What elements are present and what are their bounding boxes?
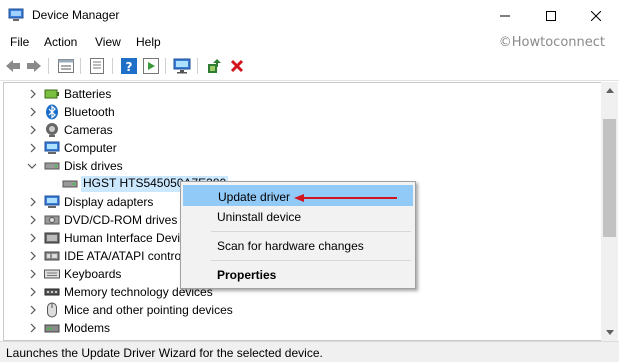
tree-item-label: Cameras xyxy=(64,123,113,137)
menu-bar: File Action View Help ©Howtoconnect xyxy=(0,31,619,52)
properties-menu-item[interactable]: Properties xyxy=(183,264,413,285)
tree-item-modems[interactable]: Modems xyxy=(4,319,601,337)
back-icon[interactable] xyxy=(4,57,22,75)
expand-chevron-icon[interactable] xyxy=(28,124,38,136)
update-driver-icon[interactable] xyxy=(205,57,223,75)
display-adapter-icon xyxy=(44,194,60,210)
expand-chevron-icon[interactable] xyxy=(28,142,38,154)
battery-icon xyxy=(44,86,60,102)
forward-icon[interactable] xyxy=(25,57,43,75)
disk-drive-icon xyxy=(44,158,60,174)
menu-view[interactable]: View xyxy=(95,35,121,49)
update-driver-menu-item[interactable]: Update driver xyxy=(183,185,413,206)
mouse-icon xyxy=(44,302,60,318)
tree-item-computer[interactable]: Computer xyxy=(4,139,601,157)
memory-device-icon xyxy=(44,284,60,300)
expand-chevron-icon[interactable] xyxy=(28,322,38,334)
title-bar: Device Manager xyxy=(0,0,619,31)
tree-item-label: Mice and other pointing devices xyxy=(64,303,233,317)
update-driver-label: Update driver xyxy=(218,190,291,204)
keyboard-icon xyxy=(44,266,60,282)
expand-chevron-icon[interactable] xyxy=(28,88,38,100)
expand-chevron-icon[interactable] xyxy=(28,304,38,316)
hid-icon xyxy=(44,230,60,246)
tree-item-label: DVD/CD-ROM drives xyxy=(64,213,178,227)
watermark: ©Howtoconnect xyxy=(498,35,605,50)
tree-item-label: Modems xyxy=(64,321,111,335)
menu-file[interactable]: File xyxy=(10,35,29,49)
tree-item-label: Batteries xyxy=(64,87,112,101)
modem-icon xyxy=(44,320,60,336)
red-arrow-icon xyxy=(294,194,397,202)
scroll-up-icon[interactable] xyxy=(601,82,618,99)
uninstall-icon[interactable] xyxy=(228,57,246,75)
expand-chevron-icon[interactable] xyxy=(28,106,38,118)
properties-view-icon[interactable] xyxy=(57,57,75,75)
toolbar-separator xyxy=(165,58,166,74)
menu-separator xyxy=(211,231,411,232)
properties-label: Properties xyxy=(217,268,277,282)
tree-item-label: Human Interface Devices xyxy=(64,231,199,245)
camera-icon xyxy=(44,122,60,138)
ide-controller-icon xyxy=(44,248,60,264)
toolbar-separator xyxy=(197,58,198,74)
uninstall-device-menu-item[interactable]: Uninstall device xyxy=(183,206,413,227)
dvd-drive-icon xyxy=(44,212,60,228)
expand-chevron-icon[interactable] xyxy=(28,232,38,244)
close-button[interactable] xyxy=(573,0,619,31)
scroll-down-icon[interactable] xyxy=(601,324,618,341)
tree-item-label: Disk drives xyxy=(64,159,123,173)
tree-item-bluetooth[interactable]: Bluetooth xyxy=(4,103,601,121)
window-title: Device Manager xyxy=(32,8,120,22)
toolbar-separator xyxy=(48,58,49,74)
svg-text:?: ? xyxy=(126,60,133,74)
tree-item-batteries[interactable]: Batteries xyxy=(4,85,601,103)
menu-separator xyxy=(211,260,411,261)
bluetooth-icon xyxy=(44,104,60,120)
uninstall-device-label: Uninstall device xyxy=(217,210,302,224)
scan-hardware-label: Scan for hardware changes xyxy=(217,239,364,253)
help-icon[interactable]: ? xyxy=(120,57,138,75)
monitor-icon[interactable] xyxy=(173,57,191,75)
toolbar-separator xyxy=(80,58,81,74)
expand-chevron-icon[interactable] xyxy=(28,250,38,262)
computer-icon xyxy=(44,140,60,156)
disk-drive-icon xyxy=(62,176,78,192)
status-bar: Launches the Update Driver Wizard for th… xyxy=(0,341,619,362)
toolbar-separator xyxy=(112,58,113,74)
status-text: Launches the Update Driver Wizard for th… xyxy=(6,346,323,360)
expand-chevron-icon[interactable] xyxy=(28,196,38,208)
tree-item-label: Display adapters xyxy=(64,195,154,209)
expand-chevron-icon[interactable] xyxy=(28,214,38,226)
menu-help[interactable]: Help xyxy=(136,35,161,49)
tree-item-mice[interactable]: Mice and other pointing devices xyxy=(4,301,601,319)
expand-chevron-icon[interactable] xyxy=(28,268,38,280)
show-hide-icon[interactable] xyxy=(88,57,106,75)
menu-action[interactable]: Action xyxy=(44,35,77,49)
device-manager-app-icon xyxy=(8,8,24,22)
tree-item-cameras[interactable]: Cameras xyxy=(4,121,601,139)
vertical-scrollbar[interactable] xyxy=(601,82,618,341)
tree-item-label: Computer xyxy=(64,141,117,155)
toolbar: ? xyxy=(0,52,619,81)
tree-item-label: Bluetooth xyxy=(64,105,115,119)
collapse-chevron-icon[interactable] xyxy=(27,160,37,172)
scan-hardware-menu-item[interactable]: Scan for hardware changes xyxy=(183,235,413,256)
scrollbar-thumb[interactable] xyxy=(603,119,616,237)
tree-item-disk-drives[interactable]: Disk drives xyxy=(4,157,601,175)
context-menu: Update driver Uninstall device Scan for … xyxy=(180,181,416,289)
expand-chevron-icon[interactable] xyxy=(28,286,38,298)
run-icon[interactable] xyxy=(142,57,160,75)
maximize-button[interactable] xyxy=(528,0,574,31)
tree-item-label: Keyboards xyxy=(64,267,122,281)
minimize-button[interactable] xyxy=(482,0,528,31)
